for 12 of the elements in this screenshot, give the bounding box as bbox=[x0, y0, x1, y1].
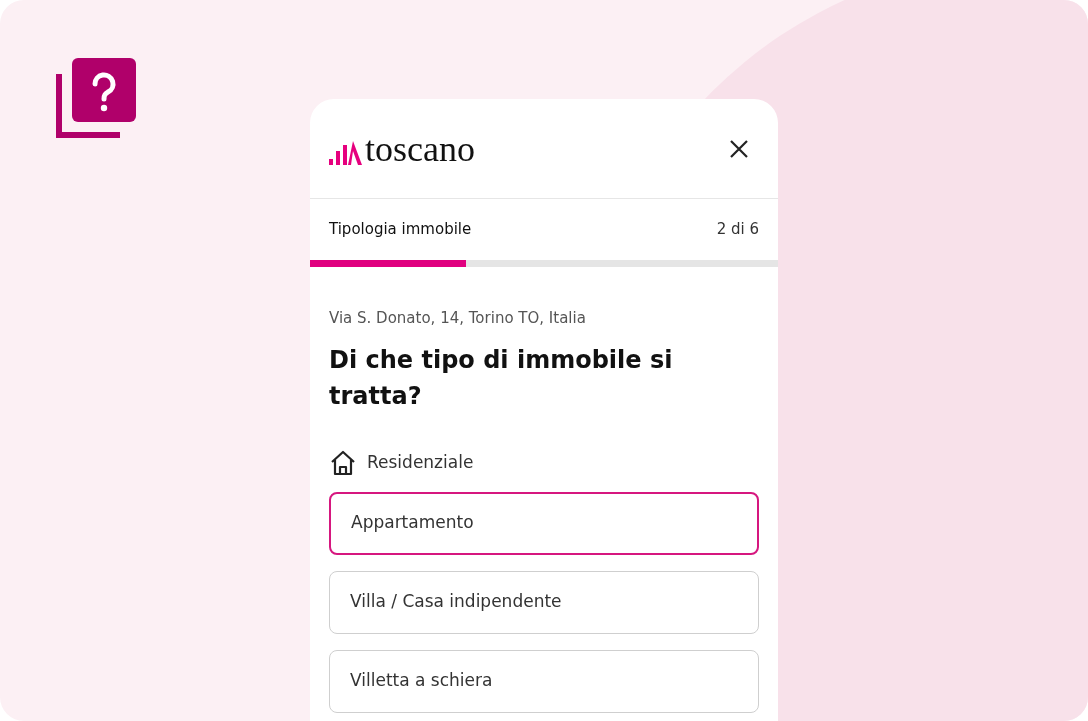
question-heading: Di che tipo di immobile si tratta? bbox=[329, 344, 674, 412]
house-icon bbox=[329, 449, 357, 476]
option-button[interactable]: Villa / Casa indipendente bbox=[329, 570, 759, 634]
option-button[interactable]: Villetta a schiera bbox=[329, 649, 759, 713]
address-text: Via S. Donato, 14, Torino TO, Italia bbox=[329, 308, 587, 329]
close-icon bbox=[729, 138, 749, 159]
option-button[interactable]: Appartamento bbox=[329, 491, 759, 555]
category-label: Residenziale bbox=[367, 450, 474, 474]
step-counter: 2 di 6 bbox=[716, 219, 759, 241]
help-icon bbox=[56, 58, 136, 138]
step-title: Tipologia immobile bbox=[329, 219, 472, 241]
logo-text: toscano bbox=[365, 130, 475, 167]
